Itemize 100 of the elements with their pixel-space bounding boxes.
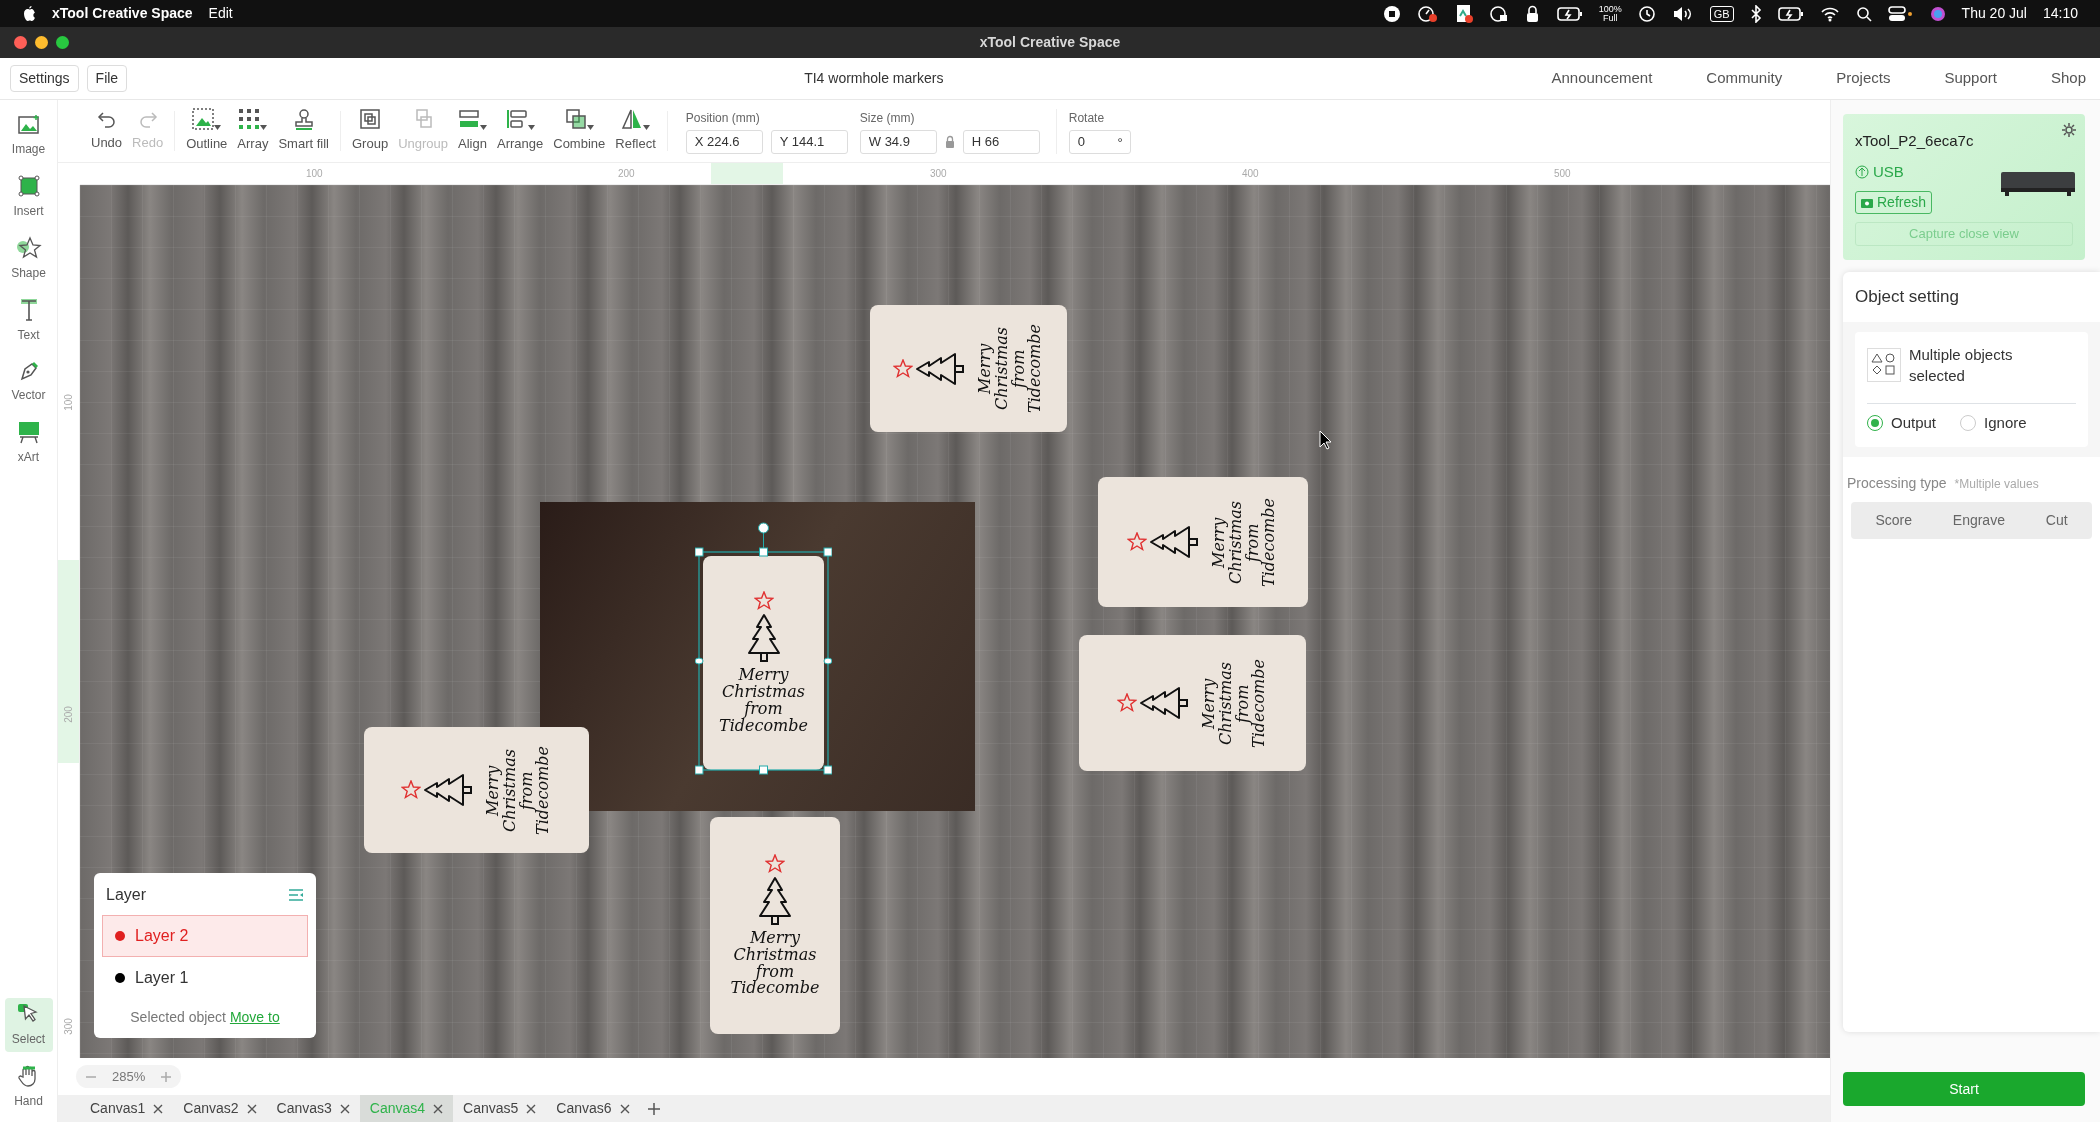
canvas-tab[interactable]: Canvas3 [266, 1095, 360, 1122]
header-link[interactable]: Community [1706, 67, 1783, 90]
array-button[interactable]: Array [232, 106, 274, 156]
layer-item[interactable]: Layer 1 [102, 957, 308, 999]
tool-button[interactable]: Shape [4, 232, 53, 286]
gauge-icon[interactable] [1416, 4, 1439, 23]
canvas-tab[interactable]: Canvas1 [80, 1095, 174, 1122]
header-button[interactable]: Settings [10, 65, 79, 92]
ruler-label: 200 [618, 167, 635, 181]
reflect-button[interactable]: Reflect [610, 106, 661, 156]
battery-icon[interactable] [1556, 6, 1583, 21]
ruler-label: 100 [61, 394, 75, 411]
tool-button[interactable]: Vector [4, 356, 53, 408]
undo-icon [96, 109, 117, 130]
header-link[interactable]: Shop [2050, 67, 2086, 90]
canvas-tab[interactable]: Canvas5 [453, 1095, 547, 1122]
close-icon[interactable] [153, 1103, 164, 1114]
tag-design[interactable]: Merry Christmas from Tidecombe [364, 727, 589, 853]
minimize-window-button[interactable] [35, 36, 48, 49]
tag-text: Merry Christmas from Tidecombe [1211, 497, 1279, 587]
orb-icon[interactable] [1929, 5, 1946, 22]
tool-button[interactable]: Image [4, 110, 53, 162]
menu-item[interactable]: Edit [208, 3, 233, 24]
header-link[interactable]: Support [1944, 67, 1997, 90]
reflect-icon [621, 108, 643, 131]
field-label: Rotate [1068, 109, 1106, 127]
menu-bar-time[interactable]: 14:10 [2042, 3, 2078, 24]
header-link[interactable]: Announcement [1551, 67, 1653, 90]
close-icon[interactable] [339, 1103, 350, 1114]
layers-icon [505, 108, 528, 131]
ruler-label: 100 [306, 167, 323, 181]
settings-icon[interactable] [2061, 122, 2077, 138]
segment-button[interactable]: Score [1869, 505, 1918, 535]
radio-label[interactable]: Output [1891, 412, 1937, 435]
position-x-field[interactable]: X 224.6 [685, 129, 763, 154]
selected-object-note: Selected object Move to [129, 1008, 281, 1027]
close-icon[interactable] [526, 1103, 537, 1114]
canvas-tab[interactable]: Canvas2 [173, 1095, 267, 1122]
segment-button[interactable]: Cut [2039, 505, 2074, 535]
tool-button[interactable]: Select [4, 998, 53, 1052]
tool-button[interactable]: Hand [4, 1060, 53, 1114]
image-icon [16, 114, 41, 136]
tool-button[interactable]: Insert [4, 170, 53, 224]
star-icon [753, 591, 774, 612]
group-button[interactable]: Group [347, 106, 394, 156]
height-field[interactable]: H 66 [962, 129, 1040, 154]
segment-button[interactable]: Engrave [1946, 505, 2011, 535]
combine-button[interactable]: Combine [548, 106, 611, 156]
close-icon[interactable] [433, 1103, 444, 1114]
battery-charging-icon[interactable] [1777, 6, 1804, 21]
wifi-icon[interactable] [1819, 5, 1840, 22]
speaker-icon[interactable] [1671, 5, 1694, 22]
close-window-button[interactable] [14, 36, 27, 49]
tool-button[interactable]: xArt [4, 416, 53, 470]
camera-icon [1861, 197, 1873, 208]
undo-button[interactable]: Undo [86, 107, 128, 155]
padlock-icon[interactable] [1524, 4, 1541, 23]
position-y-field[interactable]: Y 144.1 [770, 129, 848, 154]
maximize-window-button[interactable] [56, 36, 69, 49]
battery-percent-label: 100% Full [1598, 4, 1622, 23]
tag-design[interactable]: Merry Christmas from Tidecombe [1079, 635, 1306, 771]
section-label: Processing type [1847, 473, 1947, 493]
star-icon [400, 780, 421, 800]
header-link[interactable]: Projects [1836, 67, 1891, 90]
record-icon[interactable] [1382, 4, 1401, 23]
mouse-pointer-icon [1319, 430, 1333, 450]
easel-icon [16, 420, 41, 444]
tag-design[interactable]: Merry Christmas from Tidecombe [870, 305, 1067, 432]
selection-frame[interactable] [695, 522, 832, 776]
redo-icon [137, 109, 158, 130]
width-field[interactable]: W 34.9 [859, 129, 937, 154]
menu-bar-date[interactable]: Thu 20 Jul [1961, 3, 2027, 24]
document-icon[interactable] [1454, 3, 1473, 24]
tag-text: Merry Christmas from Tidecombe [976, 324, 1045, 413]
app-name[interactable]: xTool Creative Space [52, 3, 193, 24]
tag-design[interactable]: Merry Christmas from Tidecombe [1098, 477, 1308, 607]
tag-design[interactable]: Merry Christmas from Tidecombe [710, 817, 840, 1034]
tool-button[interactable]: Text [4, 294, 53, 348]
time-machine-icon[interactable] [1637, 4, 1656, 23]
keyboard-layout-indicator[interactable]: GB [1709, 5, 1734, 22]
search-icon[interactable] [1855, 5, 1872, 22]
close-icon[interactable] [246, 1103, 257, 1114]
close-icon[interactable] [619, 1103, 630, 1114]
radio-label[interactable]: Ignore [1984, 412, 2027, 435]
align-button[interactable]: Align [453, 106, 492, 156]
header-button[interactable]: File [86, 65, 128, 92]
smartfill-button[interactable]: Smart fill [273, 106, 334, 156]
layer-item[interactable]: Layer 2 [102, 915, 308, 957]
canvas-tab[interactable]: Canvas6 [546, 1095, 640, 1122]
bluetooth-icon[interactable] [1749, 4, 1762, 23]
control-center-icon[interactable] [1887, 5, 1914, 22]
ruler-label: 300 [930, 167, 947, 181]
outline-button[interactable]: Outline [181, 106, 233, 156]
multiple-values-note: *Multiple values [1954, 475, 2039, 493]
square-icon [16, 174, 41, 198]
tag-design[interactable]: Merry Christmas from Tidecombe [703, 556, 824, 770]
add-tab-icon[interactable] [647, 1102, 660, 1115]
ruler-label: 200 [61, 706, 75, 723]
tag-text: Merry Christmas from Tidecombe [1200, 658, 1269, 748]
arrange-button[interactable]: Arrange [492, 106, 549, 156]
